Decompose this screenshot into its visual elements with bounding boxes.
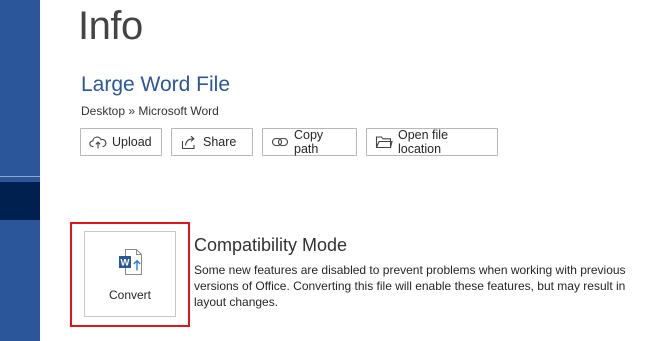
compatibility-mode-description: Some new features are disabled to preven…	[194, 263, 626, 309]
open-file-location-label: Open file location	[398, 128, 449, 156]
share-icon	[180, 134, 198, 150]
backstage-sidebar	[0, 0, 40, 341]
convert-label: Convert	[108, 288, 152, 302]
open-file-location-button[interactable]: Open file location	[366, 128, 498, 156]
share-button[interactable]: Share	[171, 128, 253, 156]
breadcrumb: Desktop » Microsoft Word	[81, 104, 219, 118]
cloud-upload-icon	[89, 134, 107, 150]
page-title: Info	[78, 4, 143, 48]
folder-icon	[375, 134, 393, 150]
upload-button[interactable]: Upload	[80, 128, 162, 156]
copy-path-button[interactable]: Copy path	[262, 128, 357, 156]
compatibility-mode-title: Compatibility Mode	[194, 235, 348, 255]
copy-path-label: Copy path	[294, 128, 324, 156]
upload-label: Upload	[112, 135, 152, 149]
convert-button[interactable]: W Convert	[84, 231, 176, 317]
sidebar-item-info-selected[interactable]	[0, 182, 40, 220]
document-title: Large Word File	[81, 73, 231, 96]
svg-text:W: W	[121, 258, 130, 269]
link-icon	[271, 134, 289, 150]
sidebar-divider	[0, 176, 40, 177]
word-document-upgrade-icon: W	[117, 247, 147, 282]
share-label: Share	[203, 135, 237, 149]
